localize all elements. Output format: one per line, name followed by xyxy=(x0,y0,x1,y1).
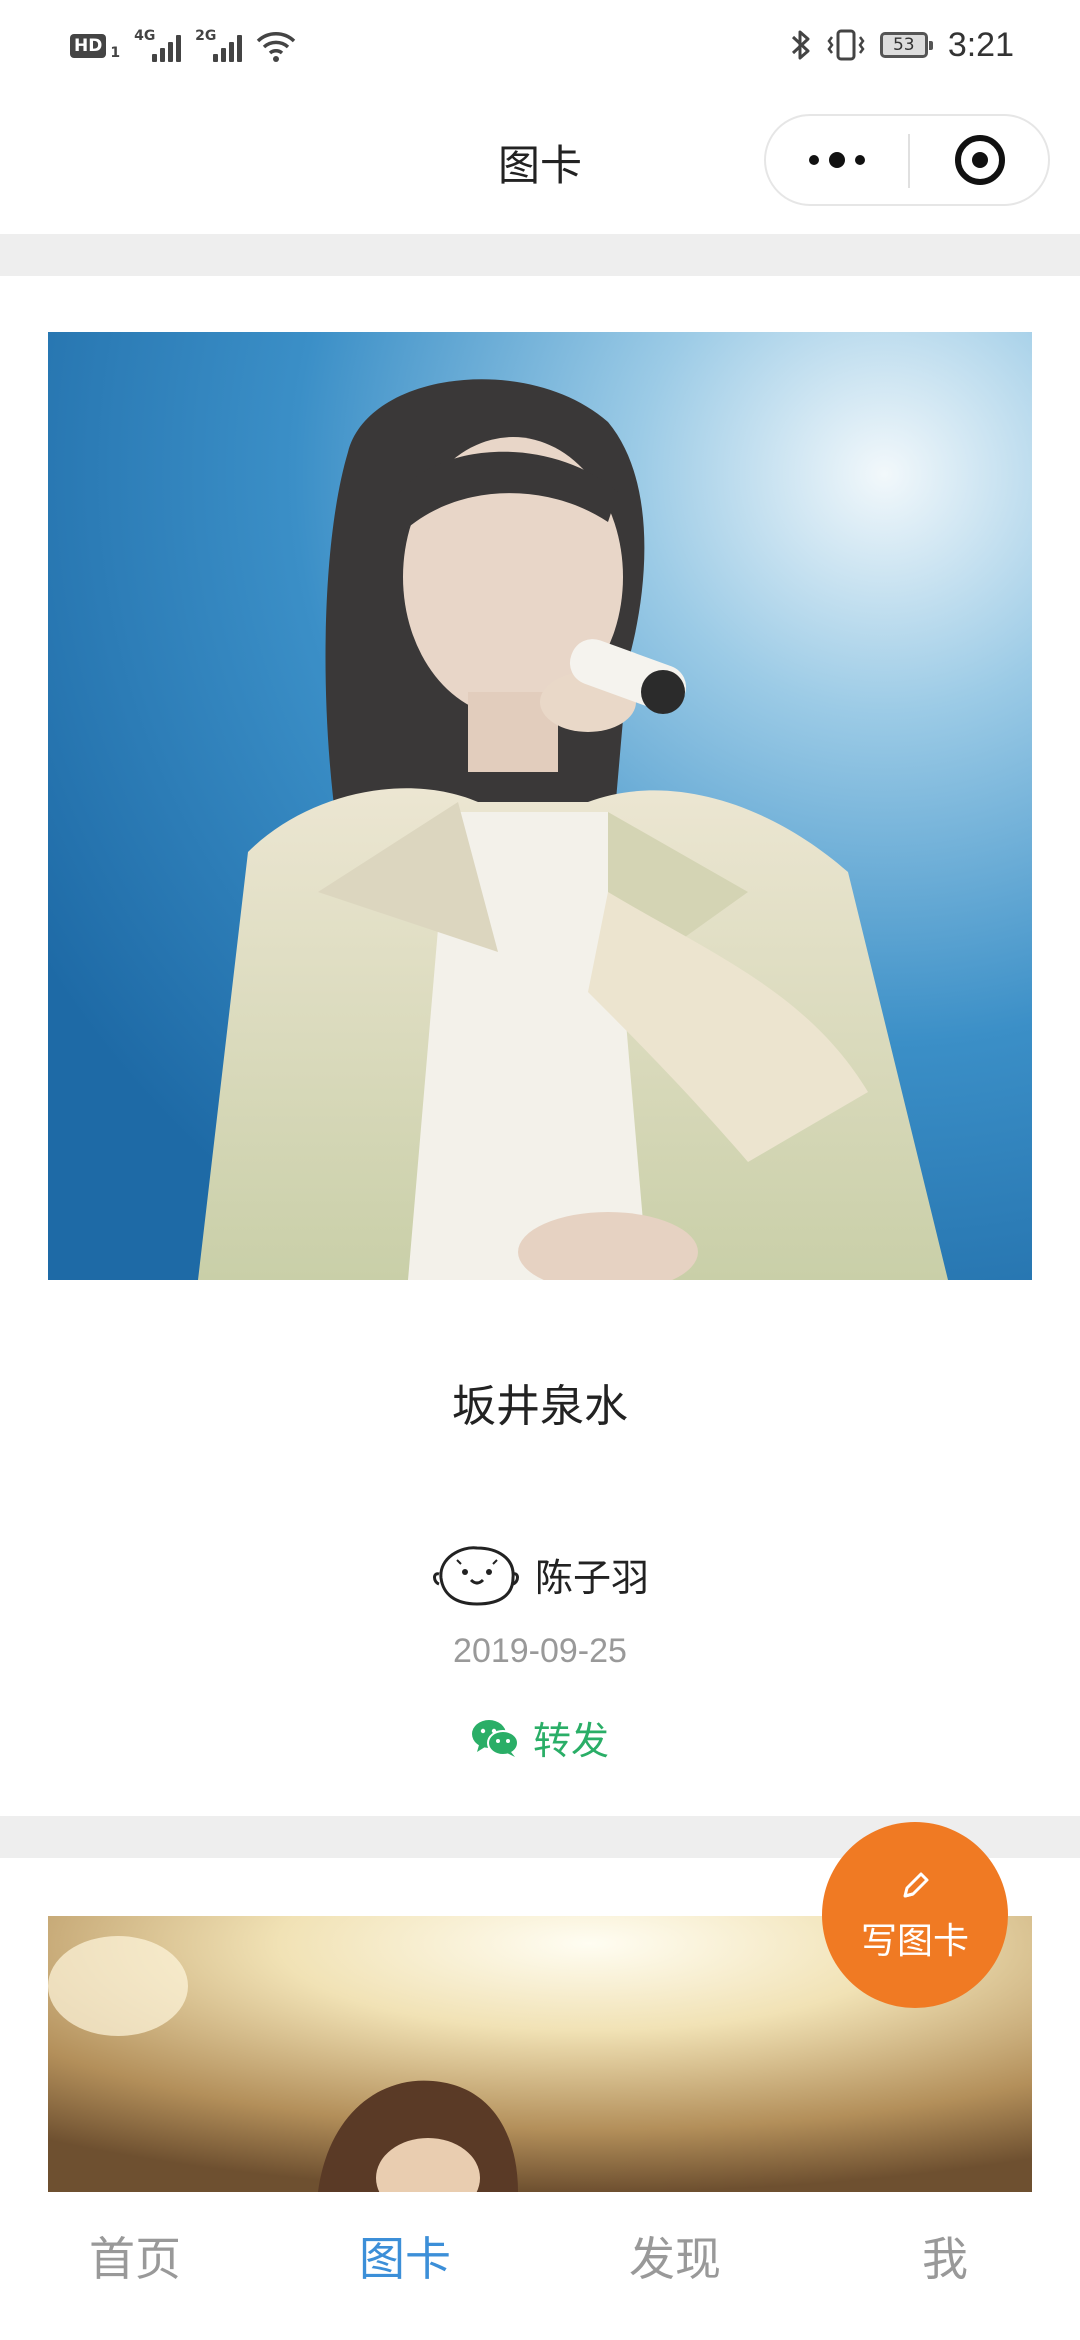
nav-bar: 图卡 xyxy=(0,92,1080,234)
hd-badge: HD xyxy=(70,34,107,58)
more-button[interactable] xyxy=(766,116,908,204)
signal-2g-icon: 2G xyxy=(195,28,243,62)
vibrate-icon xyxy=(827,29,865,61)
author-name: 陈子羽 xyxy=(534,1555,649,1600)
tab-cards[interactable]: 图卡 xyxy=(270,2192,540,2340)
divider xyxy=(0,234,1080,276)
write-card-button[interactable]: 写图卡 xyxy=(822,1822,1008,2008)
signal-4g-icon: 4G xyxy=(134,28,182,62)
write-card-label: 写图卡 xyxy=(860,1921,969,1962)
more-dots-icon xyxy=(809,155,819,165)
card-photo[interactable] xyxy=(48,332,1032,1280)
tab-discover[interactable]: 发现 xyxy=(540,2192,810,2340)
network-2g-label: 2G xyxy=(195,28,217,44)
card-title: 坂井泉水 xyxy=(452,1381,628,1432)
wechat-icon xyxy=(471,1719,519,1757)
card-date: 2019-09-25 xyxy=(453,1632,627,1670)
status-bar: HD 1 4G 2G 53 3:21 xyxy=(0,0,1080,92)
pencil-icon xyxy=(903,1872,929,1898)
card[interactable]: 坂井泉水 陈子羽 2019-09-25 转发 xyxy=(0,276,1080,1816)
clock: 3:21 xyxy=(947,25,1014,64)
share-label: 转发 xyxy=(532,1719,609,1763)
close-mini-program-button[interactable] xyxy=(910,116,1050,204)
wifi-icon xyxy=(256,32,296,62)
network-4g-label: 4G xyxy=(134,28,156,44)
share-button[interactable]: 转发 xyxy=(0,1710,1080,1765)
singer-photo-image xyxy=(48,332,1032,1280)
target-close-icon xyxy=(955,135,1005,185)
author-row[interactable]: 陈子羽 xyxy=(0,1538,1080,1610)
avatar xyxy=(433,1546,519,1606)
tab-home[interactable]: 首页 xyxy=(0,2192,270,2340)
sim-index: 1 xyxy=(110,45,121,61)
tab-bar: 首页 图卡 发现 我 xyxy=(0,2192,1080,2340)
mini-program-capsule xyxy=(764,114,1050,206)
battery-icon: 53 xyxy=(879,32,933,58)
bluetooth-icon xyxy=(791,30,810,60)
tab-me[interactable]: 我 xyxy=(810,2192,1080,2340)
